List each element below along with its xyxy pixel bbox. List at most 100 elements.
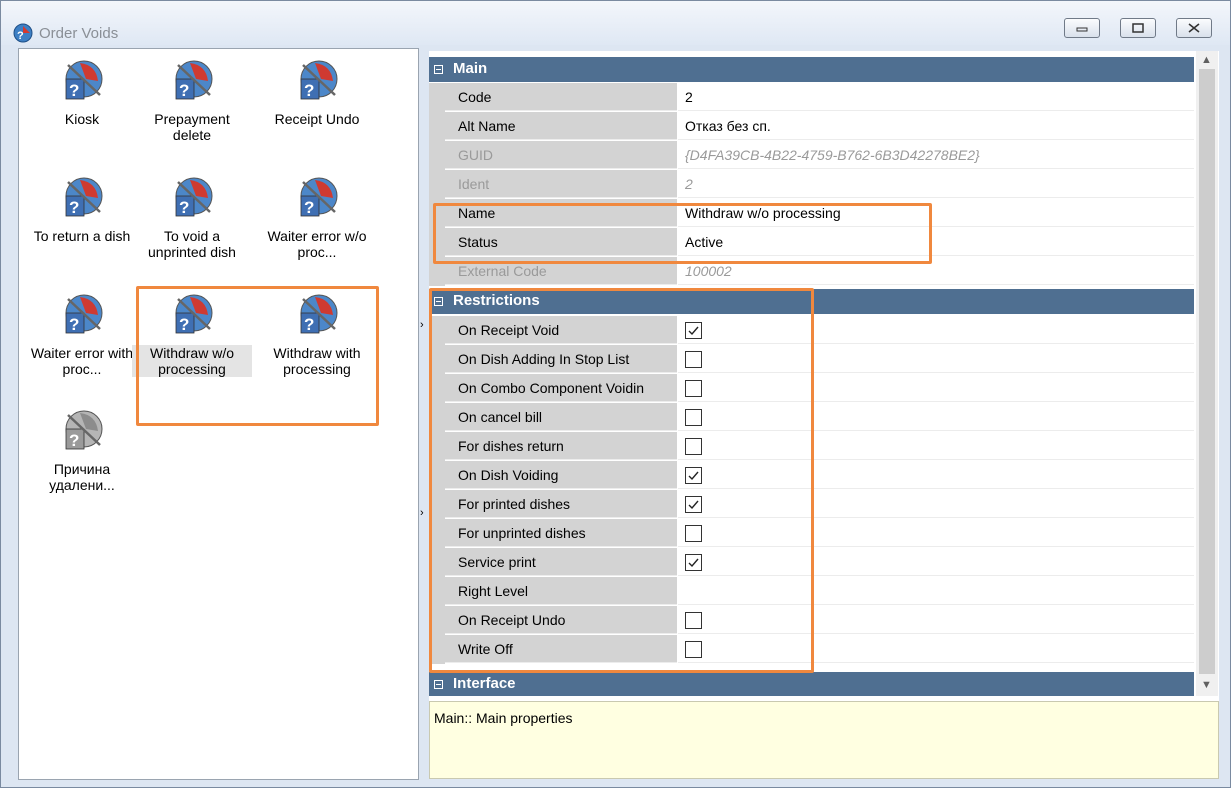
void-reason-item[interactable]: ? Receipt Undo: [257, 57, 377, 127]
property-name: Ident: [445, 170, 677, 198]
void-reason-item[interactable]: ? Waiter error with proc...: [22, 291, 142, 377]
restriction-row[interactable]: For printed dishes: [429, 490, 1194, 519]
vertical-scrollbar[interactable]: ▲ ▼: [1196, 51, 1218, 696]
void-reason-item[interactable]: ? Waiter error w/o proc...: [257, 174, 377, 260]
svg-text:?: ?: [69, 315, 79, 334]
scrollbar-thumb[interactable]: [1199, 69, 1215, 674]
category-main[interactable]: Main: [429, 57, 1194, 82]
restriction-row[interactable]: Service print: [429, 548, 1194, 577]
property-row[interactable]: Name Withdraw w/o processing: [429, 199, 1194, 228]
splitter-arrow-icon[interactable]: ›: [420, 319, 424, 331]
property-value[interactable]: [678, 606, 1194, 634]
property-value[interactable]: [678, 577, 1194, 605]
restriction-row[interactable]: For unprinted dishes: [429, 519, 1194, 548]
property-value[interactable]: Отказ без сп.: [678, 112, 1194, 140]
collapse-icon[interactable]: [434, 65, 443, 74]
checkbox-checked[interactable]: [685, 467, 702, 484]
restriction-row[interactable]: Right Level: [429, 577, 1194, 606]
property-row[interactable]: Code 2: [429, 83, 1194, 112]
property-value[interactable]: [678, 316, 1194, 344]
scroll-up-icon[interactable]: ▲: [1201, 54, 1212, 66]
void-reason-label: Withdraw w/o processing: [132, 345, 252, 377]
property-value[interactable]: [678, 519, 1194, 547]
collapse-icon[interactable]: [434, 680, 443, 689]
row-gutter: [429, 519, 445, 548]
scroll-down-icon[interactable]: ▼: [1201, 679, 1212, 691]
property-row[interactable]: External Code 100002: [429, 257, 1194, 286]
checkbox-unchecked[interactable]: [685, 409, 702, 426]
property-value[interactable]: [678, 461, 1194, 489]
restriction-row[interactable]: On Dish Voiding: [429, 461, 1194, 490]
void-reason-item[interactable]: ? Withdraw w/o processing: [132, 291, 252, 377]
check-icon: [688, 471, 699, 481]
category-restrictions[interactable]: Restrictions: [429, 289, 1194, 314]
window-title: Order Voids: [39, 25, 119, 42]
property-value[interactable]: Active: [678, 228, 1194, 256]
void-reasons-list: ? Kiosk? Prepayment delete? Receipt Undo? To…: [18, 48, 419, 780]
checkbox-unchecked[interactable]: [685, 525, 702, 542]
maximize-button[interactable]: [1120, 18, 1156, 38]
property-name: GUID: [445, 141, 677, 169]
property-value[interactable]: 2: [678, 83, 1194, 111]
svg-text:?: ?: [304, 315, 314, 334]
check-icon: [688, 558, 699, 568]
order-voids-window: ? Order Voids ? Kiosk? Prepayment delete? R…: [0, 0, 1231, 788]
restriction-row[interactable]: On Receipt Undo: [429, 606, 1194, 635]
panel-splitter[interactable]: [419, 48, 429, 780]
property-row[interactable]: Status Active: [429, 228, 1194, 257]
svg-text:?: ?: [69, 431, 79, 450]
maximize-icon: [1132, 23, 1144, 33]
checkbox-checked[interactable]: [685, 496, 702, 513]
restriction-row[interactable]: On Combo Component Voidin: [429, 374, 1194, 403]
void-reason-icon: ?: [65, 294, 103, 334]
property-value[interactable]: [678, 635, 1194, 663]
svg-text:?: ?: [17, 30, 24, 42]
void-reason-item[interactable]: ? Причина удалени...: [22, 407, 142, 493]
property-value[interactable]: [678, 490, 1194, 518]
property-row[interactable]: Alt Name Отказ без сп.: [429, 112, 1194, 141]
checkbox-unchecked[interactable]: [685, 351, 702, 368]
row-gutter: [429, 403, 445, 432]
property-value[interactable]: [678, 374, 1194, 402]
collapse-icon[interactable]: [434, 297, 443, 306]
close-button[interactable]: [1176, 18, 1212, 38]
svg-text:?: ?: [304, 198, 314, 217]
restriction-row[interactable]: On Dish Adding In Stop List: [429, 345, 1194, 374]
property-name: Service print: [445, 548, 677, 576]
checkbox-unchecked[interactable]: [685, 641, 702, 658]
checkbox-unchecked[interactable]: [685, 612, 702, 629]
void-reason-icon: ?: [300, 60, 338, 100]
void-reason-icon: ?: [300, 177, 338, 217]
restriction-row[interactable]: On cancel bill: [429, 403, 1194, 432]
splitter-arrow-icon[interactable]: ›: [420, 507, 424, 519]
void-reason-item[interactable]: ? To void a unprinted dish: [132, 174, 252, 260]
void-reason-label: Kiosk: [64, 111, 100, 127]
restriction-row[interactable]: For dishes return: [429, 432, 1194, 461]
void-reason-label: Withdraw with processing: [273, 345, 361, 377]
restriction-row[interactable]: Write Off: [429, 635, 1194, 664]
checkbox-unchecked[interactable]: [685, 380, 702, 397]
void-reason-item[interactable]: ? Prepayment delete: [132, 57, 252, 143]
property-value[interactable]: Withdraw w/o processing: [678, 199, 1194, 227]
title-bar[interactable]: ? Order Voids: [1, 1, 1230, 45]
row-gutter: [429, 374, 445, 403]
void-reason-item[interactable]: ? Withdraw with processing: [257, 291, 377, 377]
void-reason-item[interactable]: ? Kiosk: [22, 57, 142, 127]
checkbox-checked[interactable]: [685, 322, 702, 339]
property-name: On Dish Adding In Stop List: [445, 345, 677, 373]
property-value[interactable]: [678, 548, 1194, 576]
checkbox-unchecked[interactable]: [685, 438, 702, 455]
property-value[interactable]: [678, 403, 1194, 431]
property-row[interactable]: Ident 2: [429, 170, 1194, 199]
void-reason-item[interactable]: ? To return a dish: [22, 174, 142, 244]
minimize-button[interactable]: [1064, 18, 1100, 38]
property-row[interactable]: GUID {D4FA39CB-4B22-4759-B762-6B3D42278BE…: [429, 141, 1194, 170]
property-name: Write Off: [445, 635, 677, 663]
svg-text:?: ?: [179, 315, 189, 334]
checkbox-checked[interactable]: [685, 554, 702, 571]
category-interface[interactable]: Interface: [429, 672, 1194, 696]
property-value[interactable]: [678, 432, 1194, 460]
property-value[interactable]: [678, 345, 1194, 373]
property-name: For unprinted dishes: [445, 519, 677, 547]
restriction-row[interactable]: On Receipt Void: [429, 316, 1194, 345]
